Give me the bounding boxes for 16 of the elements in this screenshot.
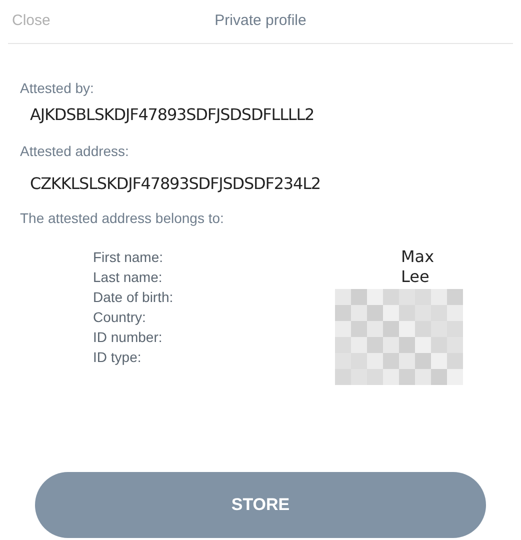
field-label: Last name: [93, 268, 162, 286]
attested-by-label: Attested by: [20, 79, 95, 98]
attested-by-value: AJKDSBLSKDJF47893SDFJSDSDFLLLL2 [30, 104, 316, 126]
field-value: Lee [401, 266, 430, 288]
field-label: ID type: [93, 348, 142, 367]
store-button[interactable]: STORE [35, 472, 486, 538]
belongs-to-label: The attested address belongs to: [20, 209, 225, 228]
page-title: Private profile [214, 11, 306, 32]
close-button[interactable]: Close [12, 10, 50, 33]
field-label: Country: [93, 308, 146, 327]
field-label: ID number: [93, 328, 162, 346]
field-label: Date of birth: [93, 288, 174, 306]
field-label: First name: [93, 248, 164, 266]
attested-address-value: CZKKLSLSKDJF47893SDFJSDSDF234L2 [30, 173, 322, 195]
attested-address-label: Attested address: [20, 142, 130, 161]
field-value: Max [401, 246, 436, 268]
